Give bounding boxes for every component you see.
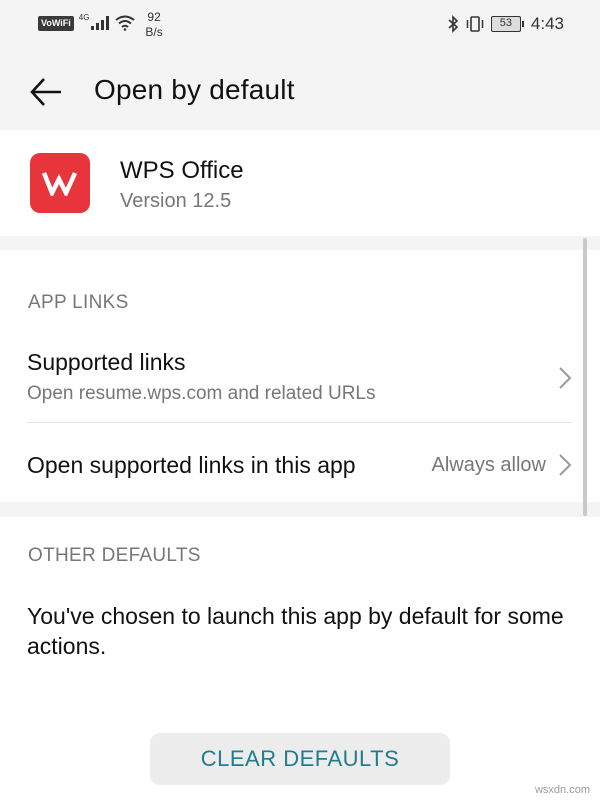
app-name: WPS Office [120,157,244,184]
supported-links-subtitle: Open resume.wps.com and related URLs [27,383,376,404]
app-version: Version 12.5 [120,190,232,212]
app-bar: Open by default [0,50,600,130]
supported-links-row[interactable]: Supported links Open resume.wps.com and … [0,340,600,420]
open-supported-links-value: Always allow [431,454,546,476]
status-bar: VoWiFi 4G 92 B/s 53 4:43 [0,0,600,50]
clear-defaults-button[interactable]: CLEAR DEFAULTS [150,733,450,785]
wps-office-app-icon [30,153,90,213]
signal-icon [91,16,110,30]
supported-links-title: Supported links [27,349,186,375]
network-type-label: 4G [78,13,90,22]
app-links-section: APP LINKS Supported links Open resume.wp… [0,250,600,502]
speed-value: 92 [147,10,161,24]
app-links-header: APP LINKS [28,292,129,313]
bluetooth-icon [448,15,459,33]
open-supported-links-title: Open supported links in this app [27,452,356,478]
vowifi-badge: VoWiFi [38,16,74,31]
chevron-right-icon [559,454,572,476]
other-defaults-section: OTHER DEFAULTS You've chosen to launch t… [0,517,600,802]
status-right: 53 4:43 [447,14,564,34]
battery-icon: 53 [490,16,524,32]
watermark: wsxdn.com [534,784,590,796]
other-defaults-header: OTHER DEFAULTS [28,545,201,566]
network-type: 4G [79,13,90,22]
speed-unit: B/s [145,25,163,39]
back-arrow-icon[interactable] [28,74,64,110]
open-supported-links-row[interactable]: Open supported links in this app Always … [0,424,600,502]
app-info-card: WPS Office Version 12.5 [0,130,600,236]
divider [27,422,572,423]
clock: 4:43 [530,14,564,33]
status-left: VoWiFi 4G 92 B/s [38,10,163,40]
page-title: Open by default [94,74,295,105]
chevron-right-icon [559,367,572,389]
wps-logo-icon [42,172,78,196]
scrollbar[interactable] [583,238,587,516]
network-speed: 92 B/s [145,10,162,40]
wifi-icon [115,15,136,31]
defaults-description: You've chosen to launch this app by defa… [27,603,564,659]
vibrate-icon [466,16,484,32]
battery-level: 53 [499,17,513,29]
